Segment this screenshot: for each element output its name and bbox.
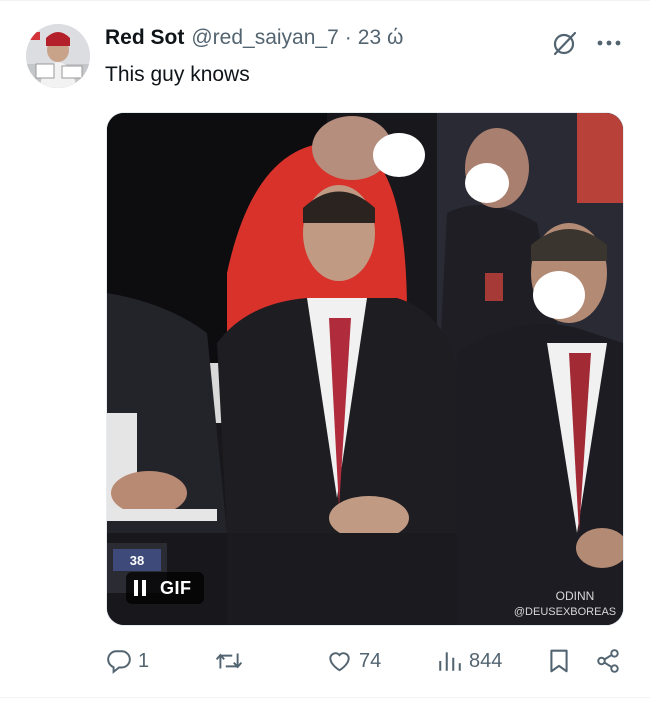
bookmark-button[interactable] bbox=[547, 644, 571, 678]
pause-icon bbox=[134, 580, 148, 596]
user-handle[interactable]: @red_saiyan_7 bbox=[191, 26, 338, 50]
bookmark-icon bbox=[550, 649, 568, 673]
display-name[interactable]: Red Sot bbox=[105, 26, 184, 50]
more-icon[interactable] bbox=[594, 28, 624, 58]
repost-button[interactable] bbox=[215, 644, 249, 678]
timestamp[interactable]: 23 ώ bbox=[358, 26, 404, 50]
gif-pause-button[interactable]: GIF bbox=[126, 572, 204, 604]
like-icon bbox=[329, 652, 350, 672]
view-count: 844 bbox=[469, 649, 503, 672]
watermark-line2: @DEUSEXBOREAS bbox=[514, 606, 616, 618]
views-icon bbox=[439, 652, 461, 671]
grok-icon[interactable] bbox=[550, 28, 580, 58]
separator-dot: · bbox=[344, 26, 352, 49]
views-button[interactable]: 844 bbox=[437, 644, 502, 678]
top-divider bbox=[0, 0, 650, 1]
gif-label: GIF bbox=[160, 577, 192, 598]
tweet-header: Red Sot @red_saiyan_7 · 23 ώ bbox=[105, 26, 403, 56]
reply-count: 1 bbox=[138, 649, 150, 672]
like-count: 74 bbox=[359, 649, 382, 672]
gif-media[interactable]: 38 ODINN @DEUSEXBOREAS bbox=[106, 112, 624, 626]
tweet-text: This guy knows bbox=[105, 63, 250, 86]
share-icon bbox=[597, 649, 619, 673]
watermark-line1: ODINN bbox=[556, 589, 595, 603]
bottom-divider bbox=[0, 697, 650, 698]
score-overlay: 38 bbox=[130, 553, 144, 568]
like-button[interactable]: 74 bbox=[326, 644, 381, 678]
reply-icon bbox=[107, 650, 131, 674]
share-button[interactable] bbox=[595, 644, 621, 678]
avatar[interactable] bbox=[26, 24, 90, 88]
repost-icon bbox=[215, 653, 243, 669]
reply-button[interactable]: 1 bbox=[106, 644, 149, 678]
action-bar: 1 74 844 bbox=[0, 644, 650, 678]
